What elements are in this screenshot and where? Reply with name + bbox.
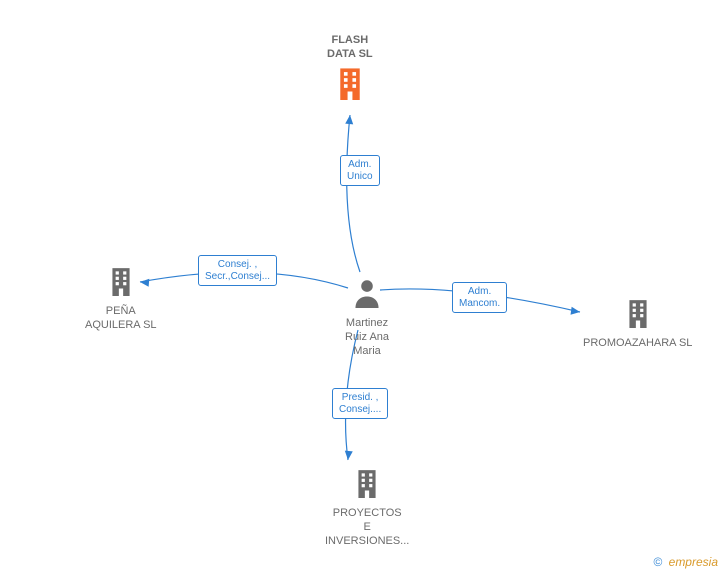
node-top[interactable]: FLASH DATA SL [327, 34, 373, 105]
node-label: PROMOAZAHARA SL [583, 337, 692, 351]
edge-label-left: Consej. , Secr.,Consej... [198, 255, 277, 286]
diagram-canvas: { "nodes": { "center": { "label": "Marti… [0, 0, 728, 575]
edge-label-bottom: Presid. , Consej.... [332, 388, 388, 419]
brand-text: empresia [669, 555, 718, 569]
node-bottom[interactable]: PROYECTOS E INVERSIONES... [325, 468, 409, 548]
node-label: PEÑA AQUILERA SL [85, 305, 157, 333]
building-icon [335, 66, 365, 105]
arrow [571, 307, 580, 315]
arrow [345, 115, 353, 124]
edge-label-right: Adm. Mancom. [452, 282, 507, 313]
node-label: PROYECTOS E INVERSIONES... [325, 507, 409, 548]
copyright-symbol: © [653, 555, 662, 569]
watermark: © empresia [653, 555, 718, 569]
node-left[interactable]: PEÑA AQUILERA SL [85, 266, 157, 333]
node-label: FLASH DATA SL [327, 34, 373, 62]
edge-top [345, 115, 360, 272]
edge-label-top: Adm. Unico [340, 155, 380, 186]
arrow [345, 451, 353, 460]
building-icon [354, 468, 380, 503]
node-label: Martinez Ruiz Ana Maria [345, 317, 389, 358]
node-center[interactable]: Martinez Ruiz Ana Maria [345, 278, 389, 358]
building-icon [108, 266, 134, 301]
building-icon [625, 298, 651, 333]
node-right[interactable]: PROMOAZAHARA SL [583, 298, 692, 351]
person-icon [353, 278, 381, 313]
